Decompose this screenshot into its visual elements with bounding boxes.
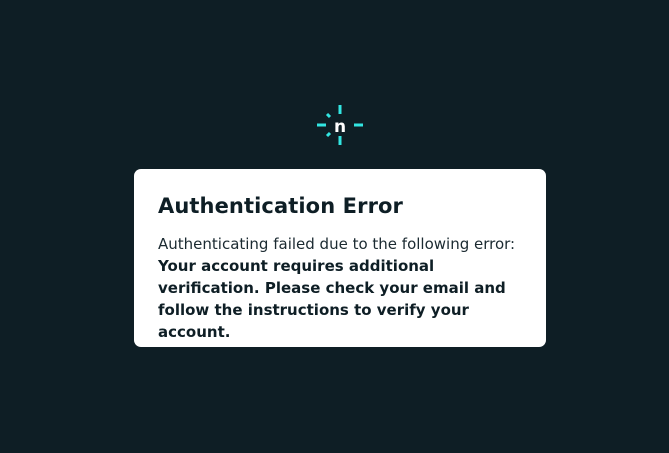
auth-error-page: n Authentication Error Authenticating fa… [0,0,669,453]
error-description: Authenticating failed due to the followi… [158,233,522,343]
logo-letter: n [334,117,346,137]
error-intro-text: Authenticating failed due to the followi… [158,235,516,253]
error-card: Authentication Error Authenticating fail… [134,169,546,347]
netlify-logo-icon: n [316,103,364,147]
error-title: Authentication Error [158,194,404,218]
error-message: Your account requires additional verific… [158,257,506,341]
